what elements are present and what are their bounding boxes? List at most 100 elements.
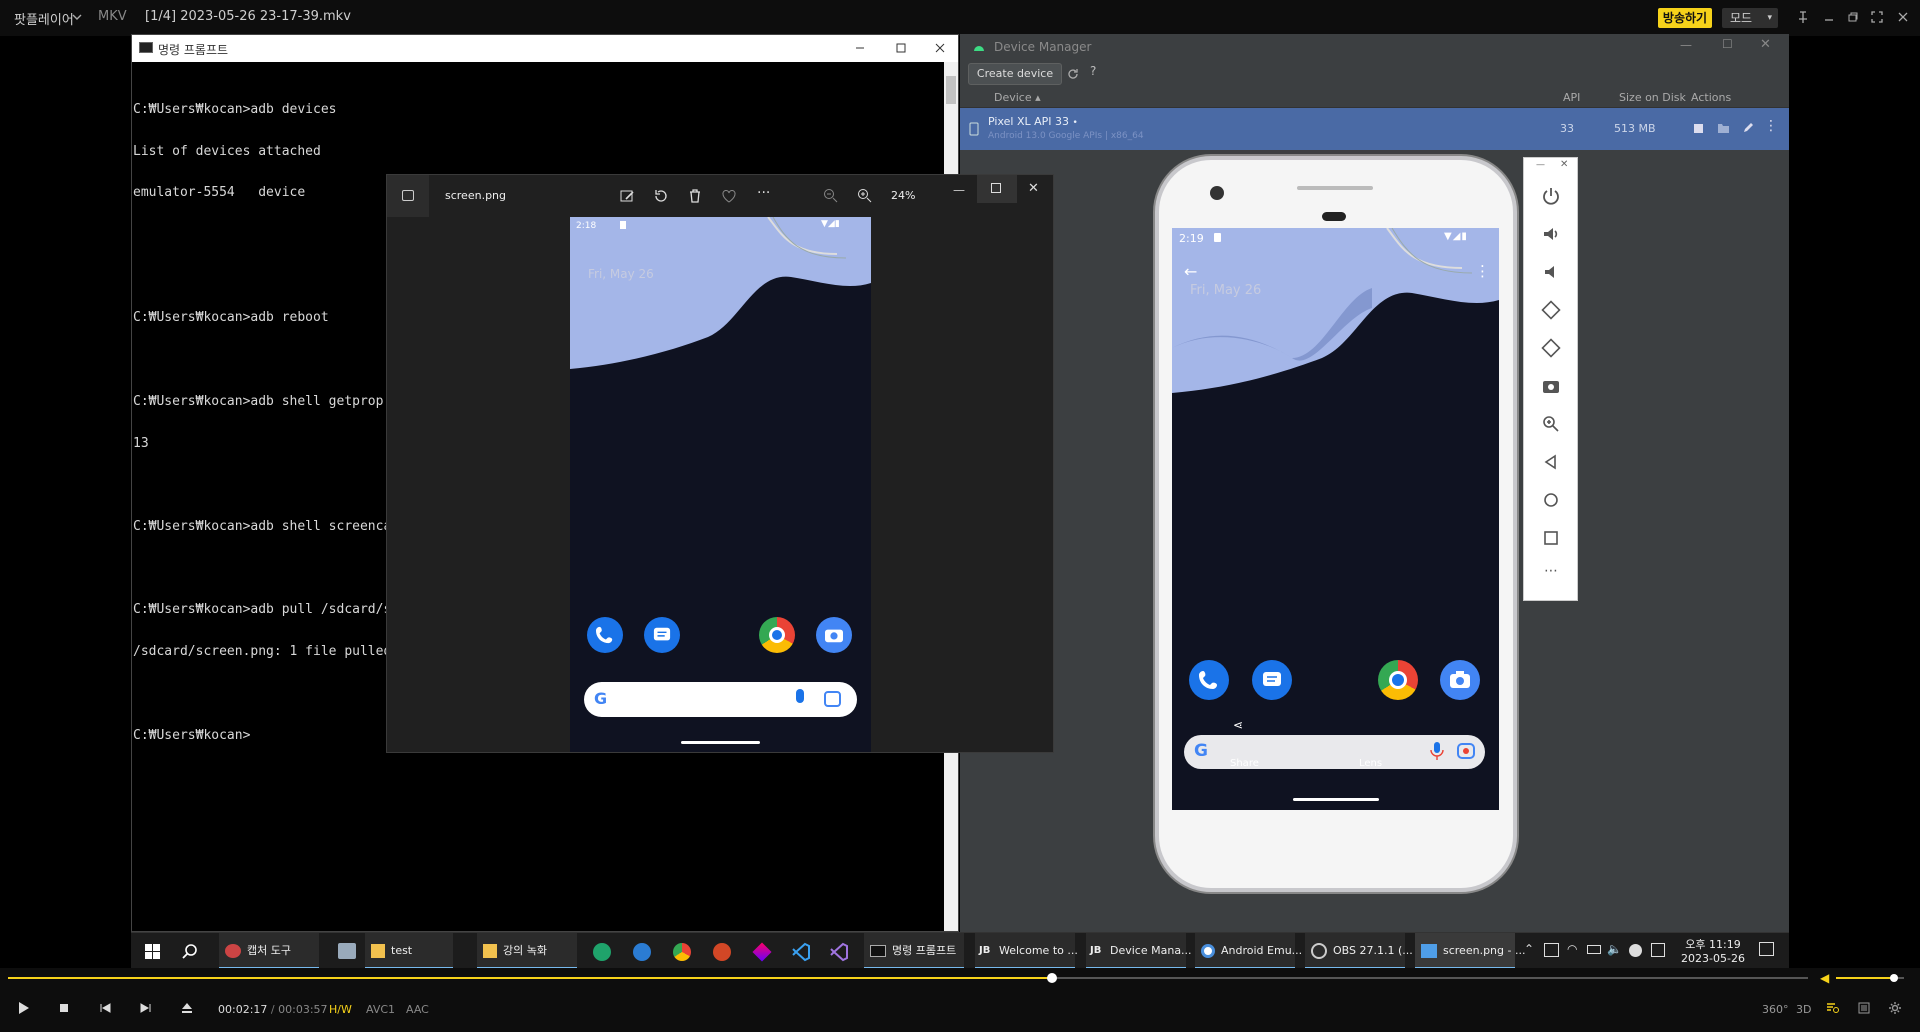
rotate-icon[interactable] [653, 188, 669, 204]
clock-time[interactable]: 오후 11:19 [1681, 936, 1745, 952]
clock-date[interactable]: 2023-05-26 [1681, 952, 1745, 965]
folder-icon[interactable] [1717, 122, 1730, 134]
battery-icon[interactable] [1587, 945, 1601, 954]
ime-icon[interactable] [1651, 943, 1665, 957]
pin-icon[interactable] [1796, 10, 1810, 24]
home-gesture-bar[interactable] [1293, 798, 1379, 801]
chrome-app-icon[interactable] [1378, 660, 1418, 700]
powerpoint-icon[interactable] [713, 943, 731, 961]
windows-start-icon[interactable] [145, 944, 160, 959]
lens-icon[interactable] [1456, 742, 1476, 760]
minimize-icon[interactable] [854, 42, 866, 54]
eject-icon[interactable] [180, 1001, 194, 1015]
search-icon[interactable] [182, 943, 198, 959]
messages-app-icon[interactable] [1252, 660, 1292, 700]
player-app-menu[interactable]: 팟플레이어 [14, 9, 74, 28]
maximize-icon[interactable] [895, 42, 907, 54]
mic-icon[interactable] [1430, 741, 1444, 761]
refresh-icon[interactable] [1067, 68, 1079, 80]
previous-icon[interactable] [98, 1001, 112, 1015]
pc-icon[interactable] [338, 943, 356, 959]
phone-app-icon[interactable] [1189, 660, 1229, 700]
gallery-toggle[interactable] [387, 175, 429, 217]
3d-button[interactable]: 3D [1796, 1003, 1811, 1016]
power-icon[interactable] [1540, 185, 1562, 207]
overview-square-icon[interactable] [1540, 527, 1562, 549]
taskbar-device-manager[interactable]: JB Device Mana... [1086, 933, 1192, 969]
network-blocked-icon[interactable] [1629, 944, 1642, 957]
column-device[interactable]: Device ▴ [994, 91, 1041, 104]
notification-icon[interactable] [1759, 942, 1774, 956]
rotate-left-icon[interactable] [1540, 299, 1562, 321]
device-row[interactable]: Pixel XL API 33 • Android 13.0 Google AP… [960, 108, 1789, 150]
zoom-icon[interactable] [1540, 413, 1562, 435]
app-icon[interactable] [752, 942, 772, 962]
taskbar-test-folder[interactable]: test [365, 933, 453, 969]
chevron-down-icon[interactable] [72, 12, 82, 22]
settings-gear-icon[interactable] [1888, 1001, 1902, 1015]
360-button[interactable]: 360° [1762, 1003, 1789, 1016]
menu-list-icon[interactable] [1857, 1001, 1871, 1015]
visual-studio-icon[interactable] [829, 942, 849, 962]
tray-app-icon[interactable] [1544, 943, 1559, 957]
minimize-icon[interactable]: — [953, 183, 965, 197]
create-device-button[interactable]: Create device [968, 63, 1062, 85]
taskbar-lecture-folder[interactable]: 강의 녹화 [477, 933, 577, 969]
screenshot-camera-icon[interactable] [1540, 375, 1562, 397]
edit-icon[interactable] [1742, 121, 1755, 134]
close-icon[interactable]: ✕ [1760, 37, 1771, 52]
broadcast-button[interactable]: 방송하기 [1658, 8, 1712, 28]
home-circle-icon[interactable] [1540, 489, 1562, 511]
more-vertical-icon[interactable]: ⋮ [1475, 262, 1490, 280]
hw-decoder-badge[interactable]: H/W [329, 1003, 352, 1016]
wifi-icon[interactable]: ◠ [1567, 942, 1577, 956]
close-icon[interactable]: ✕ [1028, 181, 1039, 196]
minimize-icon[interactable]: — [1680, 38, 1692, 52]
speaker-icon[interactable]: 🔈 [1607, 942, 1622, 956]
taskbar-capture-tool[interactable]: 캡처 도구 [219, 933, 319, 969]
tray-expand-icon[interactable]: ⌃ [1524, 942, 1534, 956]
emulator-screen[interactable]: 2:19 ▼◢▮ ← ⋮ Fri, May 26 G ⋖ Share Lens [1172, 228, 1499, 810]
volume-knob[interactable] [1889, 974, 1898, 982]
taskbar-cmd[interactable]: 명령 프롬프트 [864, 933, 964, 969]
camera-app-icon[interactable] [1440, 660, 1480, 700]
stop-icon[interactable] [57, 1001, 71, 1015]
volume-down-icon[interactable] [1540, 261, 1562, 283]
taskbar-welcome[interactable]: JB Welcome to ... [975, 933, 1078, 969]
scrollbar-thumb[interactable] [946, 76, 956, 104]
audio-codec-badge[interactable]: AAC [406, 1003, 429, 1016]
playlist-search-icon[interactable] [1826, 1001, 1840, 1015]
console-output[interactable]: C:₩Users₩kocan>adb devices List of devic… [133, 75, 423, 770]
column-api[interactable]: API [1563, 91, 1580, 104]
back-triangle-icon[interactable] [1540, 451, 1562, 473]
zoom-in-icon[interactable] [857, 188, 872, 203]
taskbar-screen-png[interactable]: screen.png - ... [1415, 933, 1525, 969]
more-horizontal-icon[interactable]: ··· [757, 185, 770, 201]
close-icon[interactable]: ✕ [1560, 159, 1568, 170]
play-icon[interactable] [16, 1001, 30, 1015]
delete-icon[interactable] [687, 188, 703, 204]
chrome-icon[interactable] [673, 943, 691, 961]
taskbar-obs[interactable]: OBS 27.1.1 (... [1305, 933, 1413, 969]
vscode-icon[interactable] [791, 942, 811, 962]
close-icon[interactable] [934, 42, 946, 54]
edit-image-icon[interactable] [619, 188, 635, 204]
photo-preview[interactable]: 2:18 ▼◢▮ Fri, May 26 G [570, 217, 871, 752]
taskbar-android-emulator[interactable]: Android Emu... [1195, 933, 1302, 969]
stop-icon[interactable] [1694, 124, 1703, 133]
more-vertical-icon[interactable]: ⋮ [1764, 118, 1778, 134]
seek-bar-knob[interactable] [1047, 973, 1057, 983]
maximize-button[interactable] [977, 175, 1017, 203]
share-label[interactable]: Share [1230, 758, 1259, 769]
more-horizontal-icon[interactable]: ⋯ [1540, 563, 1562, 585]
ie-icon[interactable] [633, 943, 651, 961]
fullscreen-icon[interactable] [1870, 10, 1884, 24]
favorite-heart-icon[interactable] [721, 188, 737, 204]
minimize-icon[interactable] [1822, 10, 1836, 24]
back-arrow-icon[interactable]: ← [1184, 262, 1197, 281]
lens-label[interactable]: Lens [1359, 758, 1382, 769]
next-icon[interactable] [139, 1001, 153, 1015]
help-button[interactable]: ? [1090, 64, 1096, 78]
maximize-icon[interactable]: ☐ [1722, 37, 1733, 51]
minimize-icon[interactable]: — [1536, 160, 1545, 170]
